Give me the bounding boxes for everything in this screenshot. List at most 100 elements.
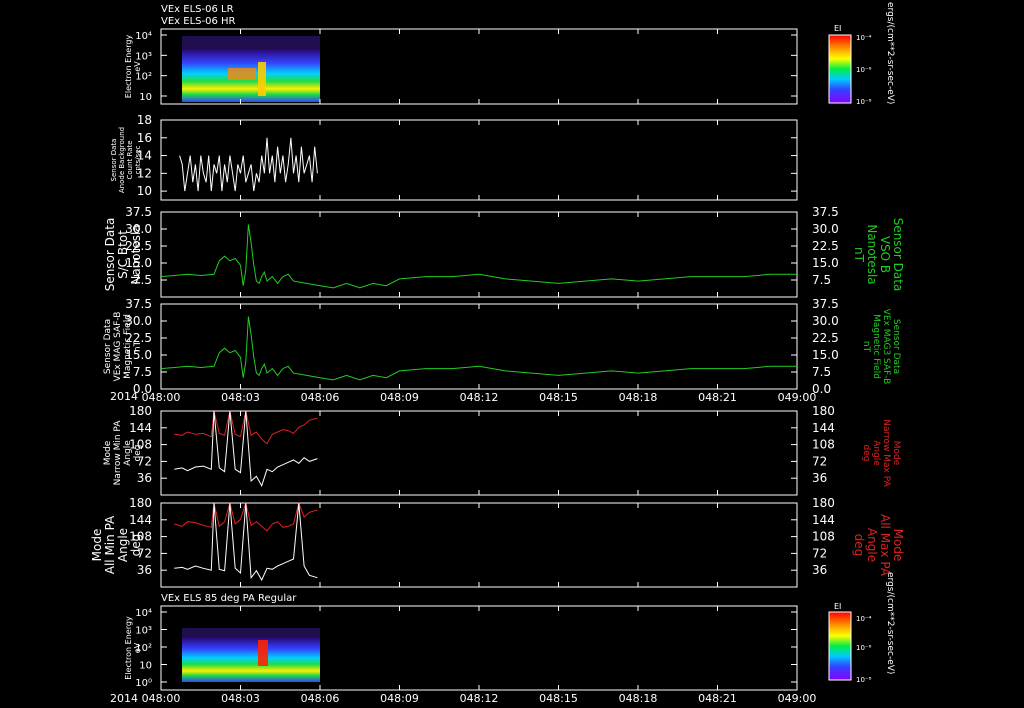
xtick-label-bmag-2-0: 048:00 — [142, 391, 181, 404]
ytick-right-bmag-1-4: 37.5 — [812, 205, 839, 219]
ytick-left-bmag-1-3: 30.0 — [125, 222, 152, 236]
ylabel-left-background-count-rate-0: Sensor Data — [110, 139, 118, 182]
xtick-label-electron-energy-bottom-4: 048:12 — [460, 692, 499, 705]
title-line-1: VEx ELS-06 LR — [161, 4, 234, 15]
ylabel-right-pitch-angle-narrow-0: Mode — [891, 441, 901, 466]
ylabel-left-bmag-1-1: S/C Btot — [116, 230, 130, 279]
ytick-left-background-count-rate-2: 14 — [137, 149, 152, 163]
xtick-label-electron-energy-bottom-8: 049:00 — [778, 692, 817, 705]
ytick-right-bmag-2-5: 37.5 — [812, 297, 839, 311]
ytick-left-electron-energy-bottom-3: 10³ — [135, 626, 152, 637]
ytick-left-bmag-2-5: 37.5 — [125, 297, 152, 311]
series-pitch-angle-narrow-1 — [174, 410, 318, 487]
ylabel-left-bmag-2-1: VEx MAG SAF-B — [113, 312, 123, 382]
xtick-label-bmag-2-6: 048:18 — [619, 391, 658, 404]
colorbar-top — [828, 34, 852, 104]
colorbar-bottom-units: ergs/(cm**2-sr-sec-eV) — [885, 572, 895, 674]
ytick-right-pitch-angle-all-0: 36 — [812, 563, 827, 577]
colorbar-bottom-tick-high: 10⁻⁴ — [856, 615, 872, 623]
ytick-left-pitch-angle-narrow-2: 108 — [129, 438, 152, 452]
ytick-left-background-count-rate-1: 12 — [137, 166, 152, 180]
xtick-label-bmag-2-5: 048:15 — [539, 391, 578, 404]
ylabel-right-bmag-2-1: VEx MAG3 SAF-B — [881, 309, 891, 385]
series-bmag-1-0 — [160, 224, 797, 289]
ylabel-left-pitch-angle-all-2: Angle — [116, 528, 130, 562]
xtick-label-electron-energy-bottom-6: 048:18 — [619, 692, 658, 705]
ylabel-right-pitch-angle-narrow-1: Narrow Max PA — [881, 419, 891, 487]
ytick-left-electron-energy-bottom-1: 10 — [139, 661, 152, 672]
ylabel-left-electron-energy-top-0: Electron Energy — [124, 35, 133, 99]
ylabel-left-pitch-angle-all-1: All Min PA — [103, 515, 117, 574]
panel-frame-bmag-2 — [160, 303, 798, 390]
ytick-left-electron-energy-top-1: 10² — [135, 72, 152, 83]
ylabel-left-bmag-2-0: Sensor Data — [103, 319, 113, 374]
ytick-right-pitch-angle-all-2: 108 — [812, 530, 835, 544]
title-line-2: VEx ELS-06 HR — [161, 16, 236, 27]
ytick-left-electron-energy-bottom-0: 10⁰ — [135, 678, 152, 689]
ytick-left-pitch-angle-all-1: 72 — [137, 546, 152, 560]
panel-frame-bmag-1 — [160, 211, 798, 298]
ytick-left-pitch-angle-narrow-0: 36 — [137, 471, 152, 485]
ytick-right-bmag-2-4: 30.0 — [812, 314, 839, 328]
colorbar-top-units: ergs/(cm**2-sr-sec-eV) — [885, 2, 895, 104]
ytick-left-pitch-angle-all-3: 144 — [129, 513, 152, 527]
ytick-right-pitch-angle-narrow-1: 72 — [812, 454, 827, 468]
ylabel-right-bmag-1-2: Nanotesla — [865, 224, 879, 284]
ylabel-left-electron-energy-bottom-0: Electron Energy — [124, 616, 133, 680]
colorbar-bottom-tick-mid: 10⁻⁶ — [856, 644, 872, 652]
ytick-right-bmag-2-1: 7.5 — [812, 365, 831, 379]
ylabel-left-pitch-angle-all-0: Mode — [90, 529, 104, 562]
ytick-right-bmag-2-3: 22.5 — [812, 331, 839, 345]
ytick-left-background-count-rate-4: 18 — [137, 113, 152, 127]
ytick-right-pitch-angle-narrow-2: 108 — [812, 438, 835, 452]
ytick-left-electron-energy-top-2: 10³ — [135, 51, 152, 62]
colorbar-bottom-tick-low: 10⁻⁸ — [856, 676, 872, 684]
ylabel-right-pitch-angle-narrow-2: Angle — [871, 440, 881, 466]
colorbar-top-title: EI — [834, 24, 841, 33]
xtick-label-bmag-2-2: 048:06 — [301, 391, 340, 404]
ylabel-right-pitch-angle-narrow-3: deg — [861, 445, 871, 462]
ytick-right-bmag-1-3: 30.0 — [812, 222, 839, 236]
ylabel-left-electron-energy-top-1: eV — [133, 61, 142, 72]
series-background-count-rate-0 — [179, 137, 318, 192]
ytick-left-bmag-1-1: 15.0 — [125, 256, 152, 270]
ytick-left-bmag-2-3: 22.5 — [125, 331, 152, 345]
ytick-right-pitch-angle-all-1: 72 — [812, 546, 827, 560]
ylabel-right-pitch-angle-all-2: Angle — [865, 528, 879, 562]
ylabel-right-pitch-angle-all-0: Mode — [891, 529, 905, 562]
panel-frame-pa-narrow — [160, 410, 798, 496]
ylabel-right-bmag-1-3: nT — [852, 247, 866, 263]
ytick-right-pitch-angle-narrow-4: 180 — [812, 404, 835, 418]
ytick-right-pitch-angle-all-3: 144 — [812, 513, 835, 527]
ytick-right-bmag-1-1: 15.0 — [812, 256, 839, 270]
ytick-left-background-count-rate-3: 16 — [137, 131, 152, 145]
ytick-left-background-count-rate-0: 10 — [137, 184, 152, 198]
ytick-left-pitch-angle-all-0: 36 — [137, 563, 152, 577]
xtick-label-electron-energy-bottom-7: 048:21 — [698, 692, 737, 705]
ylabel-left-bmag-1-0: Sensor Data — [103, 218, 117, 292]
xtick-label-electron-energy-bottom-3: 048:09 — [380, 692, 419, 705]
colorbar-bottom — [828, 611, 852, 681]
colorbar-bottom-title: EI — [834, 602, 841, 611]
xtick-label-bmag-2-7: 048:21 — [698, 391, 737, 404]
ytick-right-pitch-angle-narrow-0: 36 — [812, 471, 827, 485]
ylabel-left-pitch-angle-narrow-1: Narrow Min PA — [113, 420, 123, 486]
ytick-right-pitch-angle-all-4: 180 — [812, 496, 835, 510]
ylabel-right-bmag-2-2: Magnetic Field — [871, 314, 881, 379]
colorbar-top-tick-low: 10⁻⁸ — [856, 98, 872, 106]
ytick-left-bmag-1-2: 22.5 — [125, 239, 152, 253]
colorbar-top-tick-high: 10⁻⁴ — [856, 34, 872, 42]
ytick-right-bmag-1-0: 7.5 — [812, 273, 831, 287]
ylabel-right-bmag-1-1: VSO B — [878, 236, 892, 273]
ytick-left-bmag-2-2: 15.0 — [125, 348, 152, 362]
xtick-label-electron-energy-bottom-5: 048:15 — [539, 692, 578, 705]
ytick-left-pitch-angle-narrow-4: 180 — [129, 404, 152, 418]
xtick-label-bmag-2-1: 048:03 — [221, 391, 260, 404]
ytick-right-bmag-2-2: 15.0 — [812, 348, 839, 362]
year-label-2: 2014 — [110, 692, 138, 705]
ytick-left-electron-energy-bottom-2: 10² — [135, 643, 152, 654]
ylabel-left-background-count-rate-1: Anode Background — [118, 127, 126, 193]
spectrogram-top — [182, 36, 320, 102]
ytick-left-bmag-2-1: 7.5 — [133, 365, 152, 379]
xtick-label-electron-energy-bottom-0: 048:00 — [142, 692, 181, 705]
